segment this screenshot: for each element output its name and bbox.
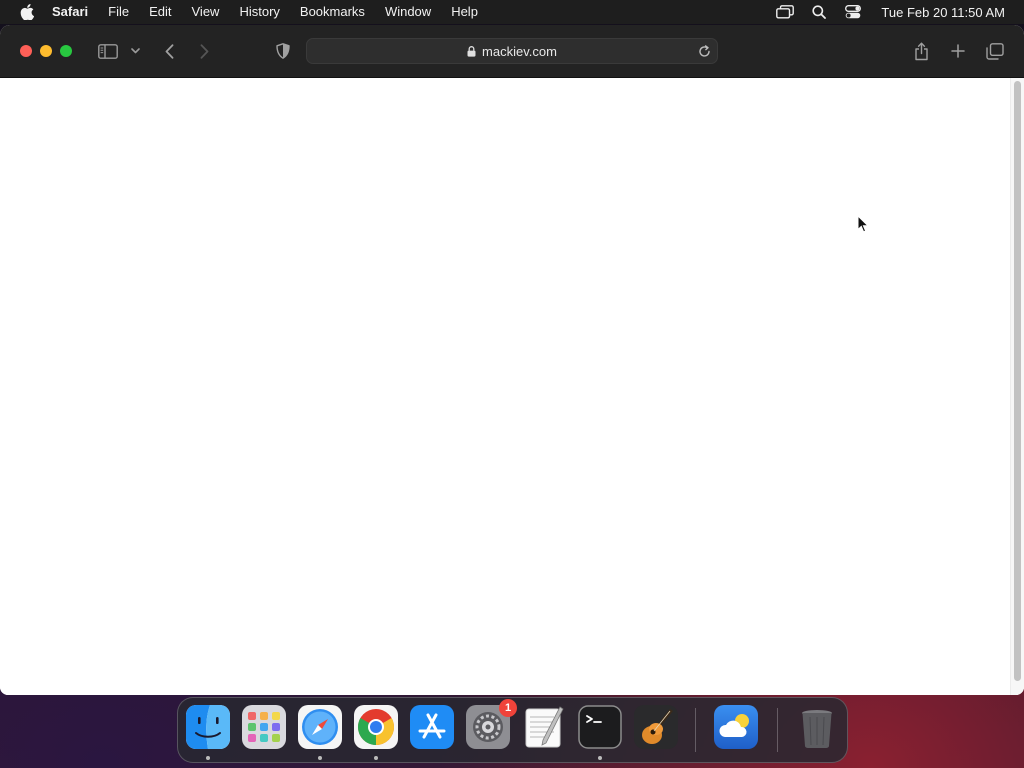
- notification-badge: 1: [499, 699, 517, 717]
- web-page-content[interactable]: [0, 78, 1024, 695]
- minimize-window-button[interactable]: [40, 45, 52, 57]
- mouse-pointer-icon: [857, 214, 870, 238]
- safari-icon[interactable]: [298, 705, 342, 749]
- forward-icon[interactable]: [195, 41, 213, 61]
- dock-separator: [695, 708, 696, 752]
- weather-icon[interactable]: [714, 705, 758, 749]
- apple-menu-icon[interactable]: [16, 0, 38, 24]
- scrollbar-thumb[interactable]: [1014, 81, 1021, 681]
- chrome-icon[interactable]: [354, 705, 398, 749]
- garageband-icon[interactable]: [634, 705, 678, 749]
- privacy-shield-icon[interactable]: [273, 41, 293, 61]
- menu-app-safari[interactable]: Safari: [52, 0, 88, 24]
- close-window-button[interactable]: [20, 45, 32, 57]
- control-center-icon[interactable]: [843, 0, 863, 24]
- screen-mirroring-icon[interactable]: [775, 0, 795, 24]
- running-indicator: [206, 756, 210, 760]
- zoom-window-button[interactable]: [60, 45, 72, 57]
- app-store-icon[interactable]: [410, 705, 454, 749]
- address-bar[interactable]: mackiev.com: [306, 38, 718, 64]
- menu-window[interactable]: Window: [385, 0, 431, 24]
- running-indicator: [598, 756, 602, 760]
- spotlight-search-icon[interactable]: [809, 0, 829, 24]
- trash-icon[interactable]: [795, 705, 839, 749]
- menu-view[interactable]: View: [192, 0, 220, 24]
- menubar-clock[interactable]: Tue Feb 20 11:50 AM: [881, 5, 1005, 20]
- menu-file[interactable]: File: [108, 0, 129, 24]
- menu-bookmarks[interactable]: Bookmarks: [300, 0, 365, 24]
- finder-icon[interactable]: [186, 705, 230, 749]
- dock: 1: [177, 697, 848, 763]
- new-tab-icon[interactable]: [948, 41, 968, 61]
- back-icon[interactable]: [160, 41, 178, 61]
- tab-overview-icon[interactable]: [985, 41, 1005, 61]
- running-indicator: [318, 756, 322, 760]
- system-settings-icon[interactable]: 1: [466, 699, 517, 749]
- safari-window: mackiev.com: [0, 25, 1024, 695]
- menu-help[interactable]: Help: [451, 0, 478, 24]
- menu-history[interactable]: History: [239, 0, 279, 24]
- reload-icon[interactable]: [696, 43, 712, 59]
- address-url: mackiev.com: [482, 43, 557, 59]
- textedit-icon[interactable]: [522, 705, 566, 749]
- vertical-scrollbar[interactable]: [1010, 78, 1024, 695]
- lock-icon: [467, 45, 476, 57]
- chevron-down-icon[interactable]: [128, 43, 142, 59]
- launchpad-icon[interactable]: [242, 705, 286, 749]
- dock-separator: [777, 708, 778, 752]
- share-icon[interactable]: [911, 40, 931, 62]
- sidebar-icon[interactable]: [97, 41, 119, 61]
- menu-edit[interactable]: Edit: [149, 0, 171, 24]
- running-indicator: [374, 756, 378, 760]
- browser-toolbar: mackiev.com: [0, 25, 1024, 78]
- menu-bar: Safari File Edit View History Bookmarks …: [0, 0, 1024, 24]
- terminal-icon[interactable]: [578, 705, 622, 749]
